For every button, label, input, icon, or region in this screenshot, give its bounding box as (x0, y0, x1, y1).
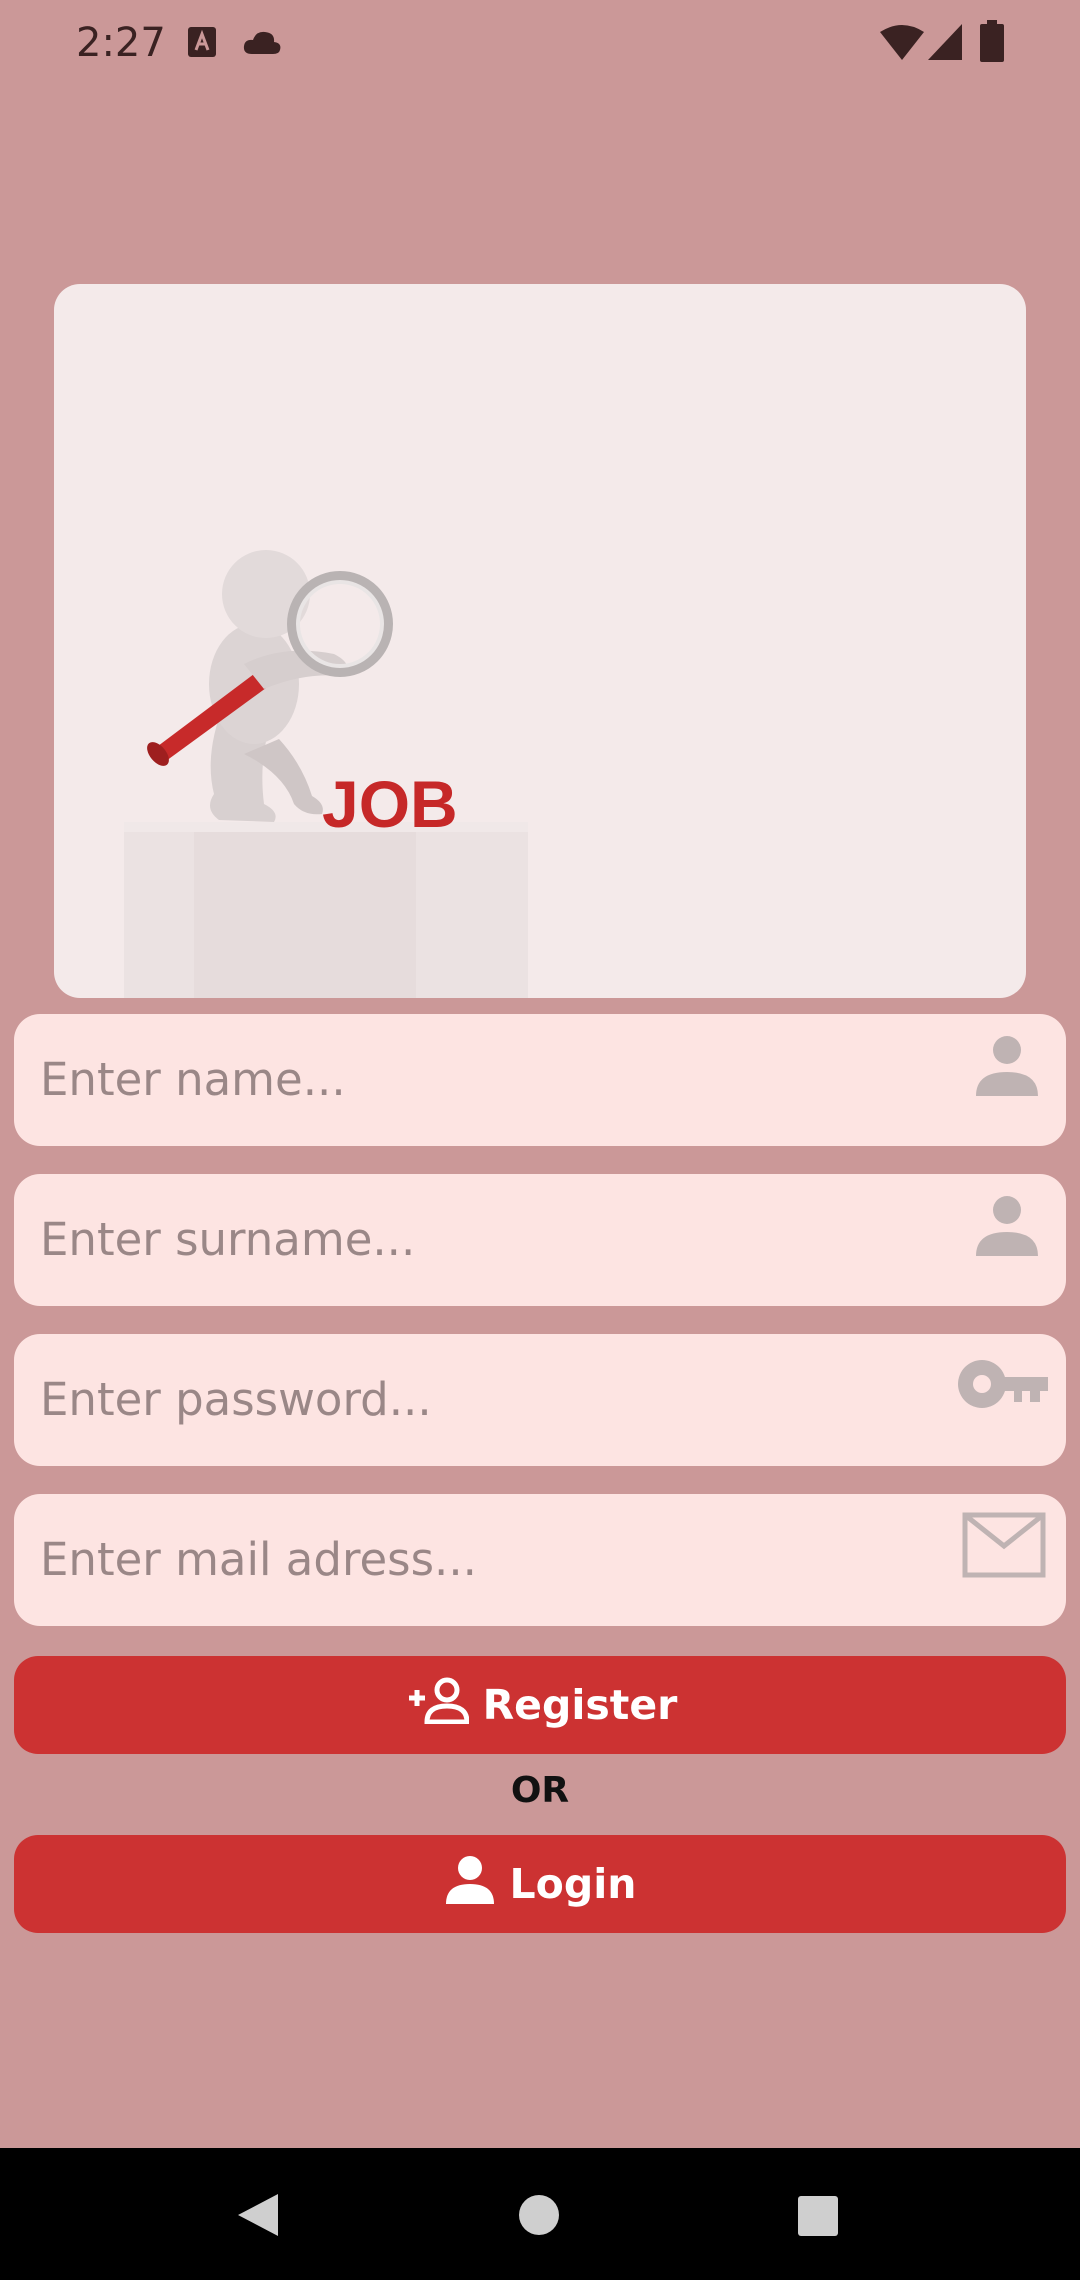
signal-icon (928, 24, 962, 65)
mail-input-placeholder[interactable]: Enter mail adress... (40, 1494, 940, 1626)
job-search-illustration: JOB (124, 550, 528, 998)
register-button[interactable]: Register (14, 1656, 1066, 1754)
add-person-icon (403, 1676, 470, 1734)
mail-field[interactable]: Enter mail adress... (14, 1494, 1066, 1626)
person-icon (444, 1854, 496, 1914)
recents-icon[interactable] (798, 2196, 838, 2241)
or-label: OR (510, 1770, 570, 1811)
hero-card: JOB (54, 284, 1026, 998)
back-icon[interactable] (236, 2192, 280, 2243)
navigation-bar (0, 2148, 1080, 2280)
login-label: Login (509, 1860, 637, 1908)
text-a-icon (188, 27, 216, 62)
cloud-icon (242, 30, 282, 61)
surname-field[interactable]: Enter surname... (14, 1174, 1066, 1306)
home-icon[interactable] (518, 2194, 560, 2241)
login-button[interactable]: Login (14, 1835, 1066, 1933)
wifi-icon (880, 24, 924, 65)
status-bar: 2:27 (0, 0, 1080, 88)
surname-input-placeholder[interactable]: Enter surname... (40, 1174, 940, 1306)
name-field[interactable]: Enter name... (14, 1014, 1066, 1146)
battery-icon (980, 20, 1004, 67)
name-input-placeholder[interactable]: Enter name... (40, 1014, 940, 1146)
job-label: JOB (322, 767, 458, 841)
status-time: 2:27 (76, 20, 166, 66)
key-icon (958, 1358, 1050, 1419)
password-input-placeholder[interactable]: Enter password... (40, 1334, 940, 1466)
register-label: Register (482, 1681, 678, 1729)
mail-icon (962, 1512, 1046, 1583)
person-icon (972, 1030, 1042, 1105)
person-icon (972, 1190, 1042, 1265)
password-field[interactable]: Enter password... (14, 1334, 1066, 1466)
